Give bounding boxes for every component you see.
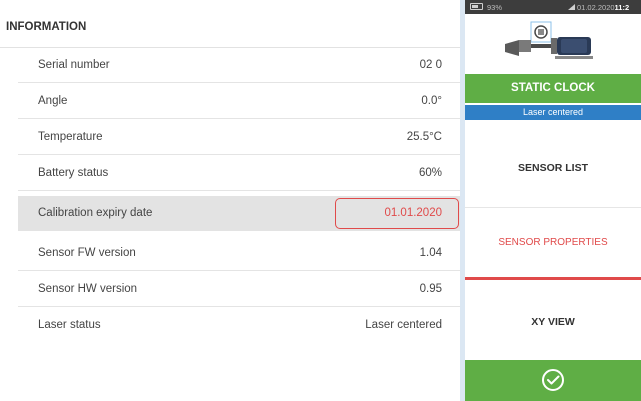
signal-icon [568,4,575,10]
info-row-sensor-hw-version[interactable]: Sensor HW version 0.95 [18,272,460,307]
row-label: Temperature [38,131,103,143]
battery-percent: 93% [487,3,503,12]
information-title: INFORMATION [6,21,87,33]
battery-icon [470,3,483,10]
row-label: Calibration expiry date [38,207,153,219]
machine-train-icon[interactable] [465,14,641,74]
row-label: Sensor FW version [38,247,136,259]
status-date: 01.02.2020 [577,3,615,12]
info-row-sensor-fw-version[interactable]: Sensor FW version 1.04 [18,236,460,271]
sensor-list-button[interactable]: SENSOR LIST [465,120,641,208]
machine-train-graphic [505,21,593,59]
info-row-temperature[interactable]: Temperature 25.5°C [18,120,460,155]
row-label: Laser status [38,319,101,331]
row-value: 60% [418,167,442,179]
row-value: 0.0° [421,95,442,107]
row-value: 0.95 [419,283,442,295]
sidebar-panel: 93% 01.02.202011:2 STATIC CLOCK Laser ce… [465,0,641,401]
check-circle-icon [542,369,564,391]
status-datetime: 01.02.202011:2 [577,3,629,12]
xy-view-button[interactable]: XY VIEW [465,284,641,360]
row-value: 02 0 [419,59,442,71]
row-value: Laser centered [365,319,442,331]
confirm-button[interactable] [465,360,641,401]
information-header: INFORMATION [0,0,460,48]
row-label: Battery status [38,167,109,179]
status-time: 11:2 [614,3,630,12]
status-bar: 93% 01.02.202011:2 [465,0,641,14]
laser-status-banner: Laser centered [465,105,641,120]
calibration-date-highlight-box [335,198,459,229]
information-panel: INFORMATION Serial number 02 0 Angle 0.0… [0,0,460,401]
info-row-angle[interactable]: Angle 0.0° [18,84,460,119]
row-label: Angle [38,95,68,107]
row-value: 25.5°C [406,131,442,143]
info-row-serial-number[interactable]: Serial number 02 0 [18,48,460,83]
row-value: 1.04 [419,247,442,259]
row-label: Sensor HW version [38,283,138,295]
static-clock-button[interactable]: STATIC CLOCK [465,74,641,103]
info-row-battery-status[interactable]: Battery status 60% [18,156,460,191]
sensor-properties-button[interactable]: SENSOR PROPERTIES [465,210,641,280]
info-row-laser-status[interactable]: Laser status Laser centered [18,308,460,343]
row-label: Serial number [38,59,110,71]
